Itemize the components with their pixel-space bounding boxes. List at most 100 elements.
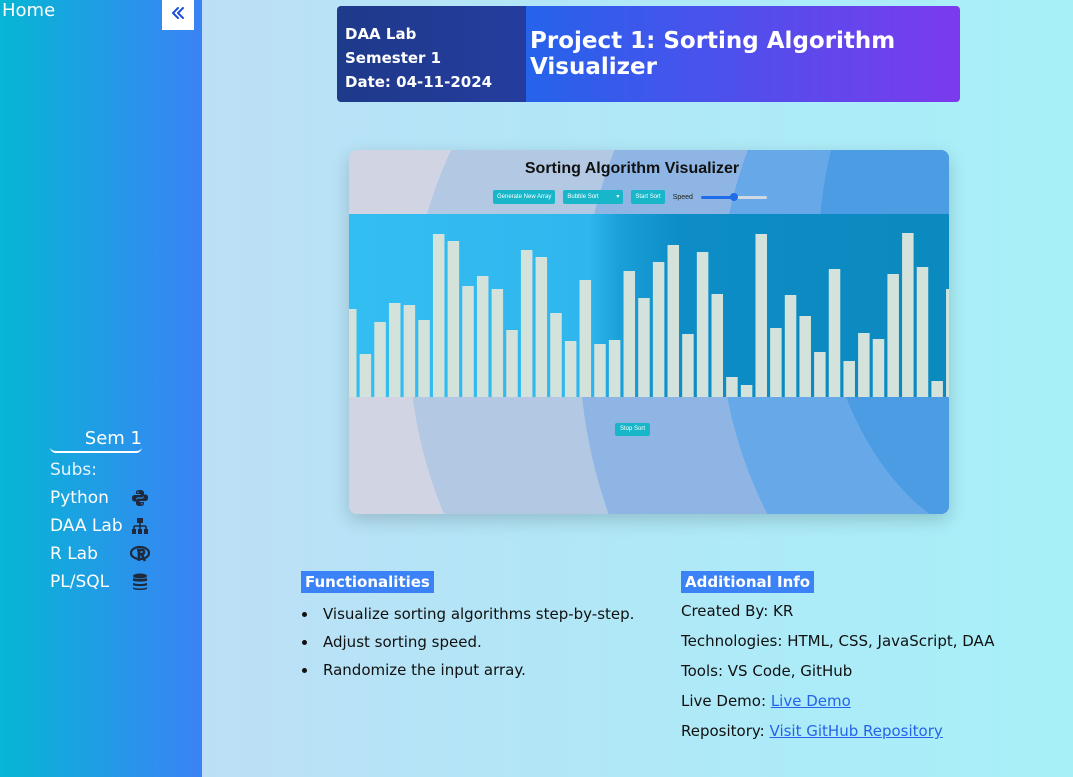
technologies-label: Technologies: [681, 632, 783, 650]
list-item: Randomize the input array. [301, 656, 634, 684]
preview-bar [462, 286, 474, 397]
lab-name: DAA Lab [345, 25, 417, 43]
preview-bar [931, 381, 943, 397]
sidebar-item-r-lab[interactable]: R Lab [50, 542, 150, 566]
preview-algorithm-value: Bubble Sort [567, 194, 599, 200]
preview-bar [682, 334, 694, 397]
sidebar-item-label: Python [50, 488, 109, 508]
preview-bar [535, 257, 548, 397]
sitemap-icon [130, 516, 150, 536]
preview-bar [887, 274, 899, 397]
preview-bar [667, 245, 680, 397]
live-demo-link[interactable]: Live Demo [771, 692, 851, 710]
live-demo-label: Live Demo: [681, 692, 767, 710]
sidebar-item-python[interactable]: Python [50, 486, 150, 510]
preview-bar [916, 267, 929, 397]
preview-controls: Generate New Array Bubble Sort ▾ Start S… [493, 190, 767, 204]
repository-label: Repository: [681, 722, 765, 740]
preview-bar [506, 330, 518, 397]
tools-label: Tools: [681, 662, 724, 680]
preview-bar [740, 385, 753, 397]
technologies-row: Technologies: HTML, CSS, JavaScript, DAA [681, 626, 995, 656]
double-chevron-left-icon [170, 5, 186, 25]
python-icon [130, 488, 150, 508]
date-label: Date: 04-11-2024 [345, 73, 493, 91]
r-logo-icon [130, 544, 150, 564]
preview-algorithm-select: Bubble Sort ▾ [563, 190, 624, 204]
preview-bar [447, 241, 460, 397]
preview-bar [476, 276, 489, 397]
sidebar-item-daa-lab[interactable]: DAA Lab [50, 514, 150, 538]
preview-bar [770, 328, 782, 397]
preview-bar [696, 252, 709, 397]
project-title: Project 1: Sorting Algorithm Visualizer [526, 6, 960, 102]
tools-value: VS Code, GitHub [727, 662, 853, 680]
preview-bar [564, 341, 577, 397]
chevron-down-icon: ▾ [616, 194, 620, 200]
preview-bar [491, 289, 504, 397]
created-by-value: KR [773, 602, 794, 620]
functionalities-list: Visualize sorting algorithms step-by-ste… [301, 600, 634, 684]
preview-bar [843, 361, 855, 397]
repository-row: Repository: Visit GitHub Repository [681, 716, 995, 746]
preview-bar [946, 289, 949, 397]
preview-bar [726, 377, 738, 397]
sidebar: Home Sem 1 Subs: Python DAA Lab R Lab PL… [0, 0, 202, 777]
additional-info-list: Created By: KR Technologies: HTML, CSS, … [681, 596, 995, 746]
tools-row: Tools: VS Code, GitHub [681, 656, 995, 686]
sidebar-item-plsql[interactable]: PL/SQL [50, 570, 150, 594]
preview-bar [520, 250, 533, 397]
functionalities-heading: Functionalities [301, 571, 434, 593]
project-header: DAA Lab Semester 1 Date: 04-11-2024 Proj… [337, 6, 960, 102]
list-item: Adjust sorting speed. [301, 628, 634, 656]
preview-bar [594, 344, 606, 397]
preview-bar [711, 294, 723, 397]
collapse-sidebar-button[interactable] [162, 0, 194, 30]
preview-generate-button: Generate New Array [493, 190, 556, 204]
preview-bar [902, 233, 914, 397]
technologies-value: HTML, CSS, JavaScript, DAA [787, 632, 995, 650]
preview-bar [403, 305, 416, 397]
home-link[interactable]: Home [2, 0, 55, 21]
sidebar-item-label: DAA Lab [50, 516, 123, 536]
header-meta: DAA Lab Semester 1 Date: 04-11-2024 [337, 6, 526, 102]
preview-bar [374, 322, 386, 397]
created-by-label: Created By: [681, 602, 769, 620]
subjects-label: Subs: [50, 460, 97, 480]
preview-bar [828, 269, 841, 397]
database-icon [130, 572, 150, 592]
preview-bar [872, 339, 885, 397]
preview-bar [784, 295, 797, 397]
preview-bar [652, 262, 665, 397]
preview-start-button: Start Sort [631, 190, 665, 204]
preview-bar [858, 333, 870, 397]
preview-bar [814, 352, 826, 397]
preview-bar [388, 303, 401, 397]
preview-bar [359, 354, 372, 397]
preview-title: Sorting Algorithm Visualizer [524, 160, 740, 177]
preview-speed-slider [700, 192, 767, 201]
semester-heading: Sem 1 [50, 428, 142, 453]
preview-bar [349, 309, 357, 397]
created-by-row: Created By: KR [681, 596, 995, 626]
preview-bar [608, 340, 621, 397]
semester-label: Semester 1 [345, 49, 442, 67]
preview-stop-button: Stop Sort [615, 423, 651, 436]
preview-bar [579, 280, 592, 397]
preview-bar [638, 298, 650, 397]
project-preview-image: Sorting Algorithm Visualizer Generate Ne… [349, 150, 949, 514]
preview-bar [418, 320, 430, 397]
list-item: Visualize sorting algorithms step-by-ste… [301, 600, 634, 628]
additional-info-heading: Additional Info [681, 571, 815, 593]
preview-speed-label: Speed [672, 193, 693, 201]
sidebar-item-label: PL/SQL [50, 572, 110, 592]
preview-bar [432, 234, 445, 397]
live-demo-row: Live Demo: Live Demo [681, 686, 995, 716]
preview-bars [349, 214, 949, 397]
preview-bar [799, 316, 811, 397]
preview-bar [550, 313, 562, 397]
repository-link[interactable]: Visit GitHub Repository [770, 722, 943, 740]
sidebar-item-label: R Lab [50, 544, 98, 564]
preview-bar [755, 234, 767, 397]
preview-bar [623, 271, 636, 397]
